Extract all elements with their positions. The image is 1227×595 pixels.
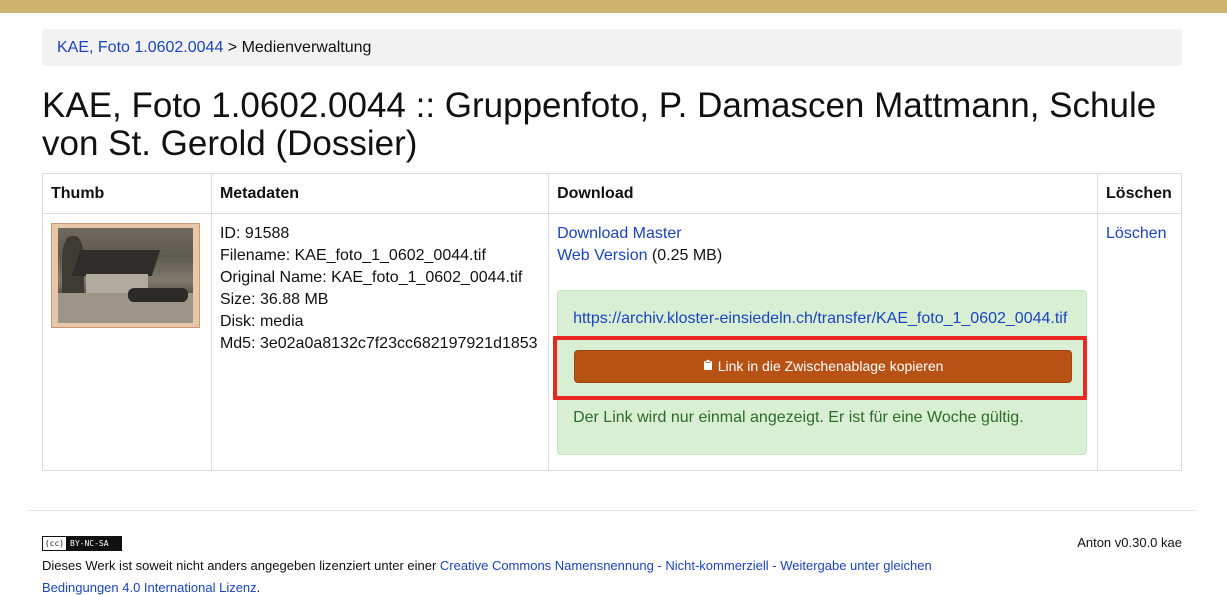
web-version-size: (0.25 MB) [647, 247, 723, 264]
license-suffix: . [256, 580, 261, 595]
download-cell: Download Master Web Version (0.25 MB) ht… [548, 213, 1099, 471]
copy-link-label: Link in die Zwischenablage kopieren [717, 358, 944, 374]
breadcrumb-current: Medienverwaltung [241, 39, 372, 56]
web-version-link[interactable]: Web Version [557, 247, 647, 264]
page-title: KAE, Foto 1.0602.0044 :: Gruppenfoto, P.… [42, 86, 1157, 163]
breadcrumb-separator: > [223, 39, 242, 56]
breadcrumb-link-record[interactable]: KAE, Foto 1.0602.0044 [57, 39, 223, 56]
breadcrumb: KAE, Foto 1.0602.0044 > Medienverwaltung [42, 29, 1182, 66]
cc-badge-right: BY-NC-SA [67, 537, 121, 550]
license-prefix: Dieses Werk ist soweit nicht anders ange… [42, 558, 440, 573]
copy-link-button[interactable]: Link in die Zwischenablage kopieren [574, 350, 1073, 383]
transfer-link-box: https://archiv.kloster-einsiedeln.ch/tra… [553, 290, 1088, 455]
header-metadata: Metadaten [210, 173, 550, 214]
meta-disk: Disk: media [219, 313, 304, 330]
header-download: Download [548, 173, 1099, 214]
meta-filename: Filename: KAE_foto_1_0602_0044.tif [219, 247, 486, 264]
one-time-link-notice: Der Link wird nur einmal angezeigt. Er i… [573, 409, 1024, 426]
app-version: Anton v0.30.0 kae [1077, 535, 1182, 550]
top-accent-bar [0, 0, 1227, 13]
media-table: Thumb Metadaten Download Löschen ID: 915… [42, 173, 1182, 471]
delete-link[interactable]: Löschen [1106, 225, 1167, 242]
table-row: ID: 91588 Filename: KAE_foto_1_0602_0044… [42, 213, 1182, 471]
metadata-cell: ID: 91588 Filename: KAE_foto_1_0602_0044… [210, 213, 550, 471]
meta-size: Size: 36.88 MB [219, 291, 329, 308]
license-text: Dieses Werk ist soweit nicht anders ange… [42, 555, 942, 595]
meta-original-name: Original Name: KAE_foto_1_0602_0044.tif [219, 269, 523, 286]
download-master-link[interactable]: Download Master [557, 225, 682, 242]
meta-id: ID: 91588 [219, 225, 290, 242]
thumb-cell [42, 213, 212, 471]
table-header-row: Thumb Metadaten Download Löschen [42, 173, 1182, 214]
meta-md5: Md5: 3e02a0a8132c7f23cc682197921d1853 [219, 335, 538, 352]
clipboard-icon [703, 351, 714, 382]
delete-cell: Löschen [1097, 213, 1182, 471]
cc-license-badge[interactable]: (cc) BY-NC-SA [42, 536, 122, 551]
photo-preview [58, 228, 193, 323]
header-delete: Löschen [1097, 173, 1182, 214]
header-thumb: Thumb [42, 173, 212, 214]
thumbnail-image[interactable] [51, 223, 200, 328]
transfer-url-link[interactable]: https://archiv.kloster-einsiedeln.ch/tra… [573, 308, 1067, 330]
cc-badge-left: (cc) [43, 537, 67, 550]
footer-divider [27, 510, 1197, 511]
